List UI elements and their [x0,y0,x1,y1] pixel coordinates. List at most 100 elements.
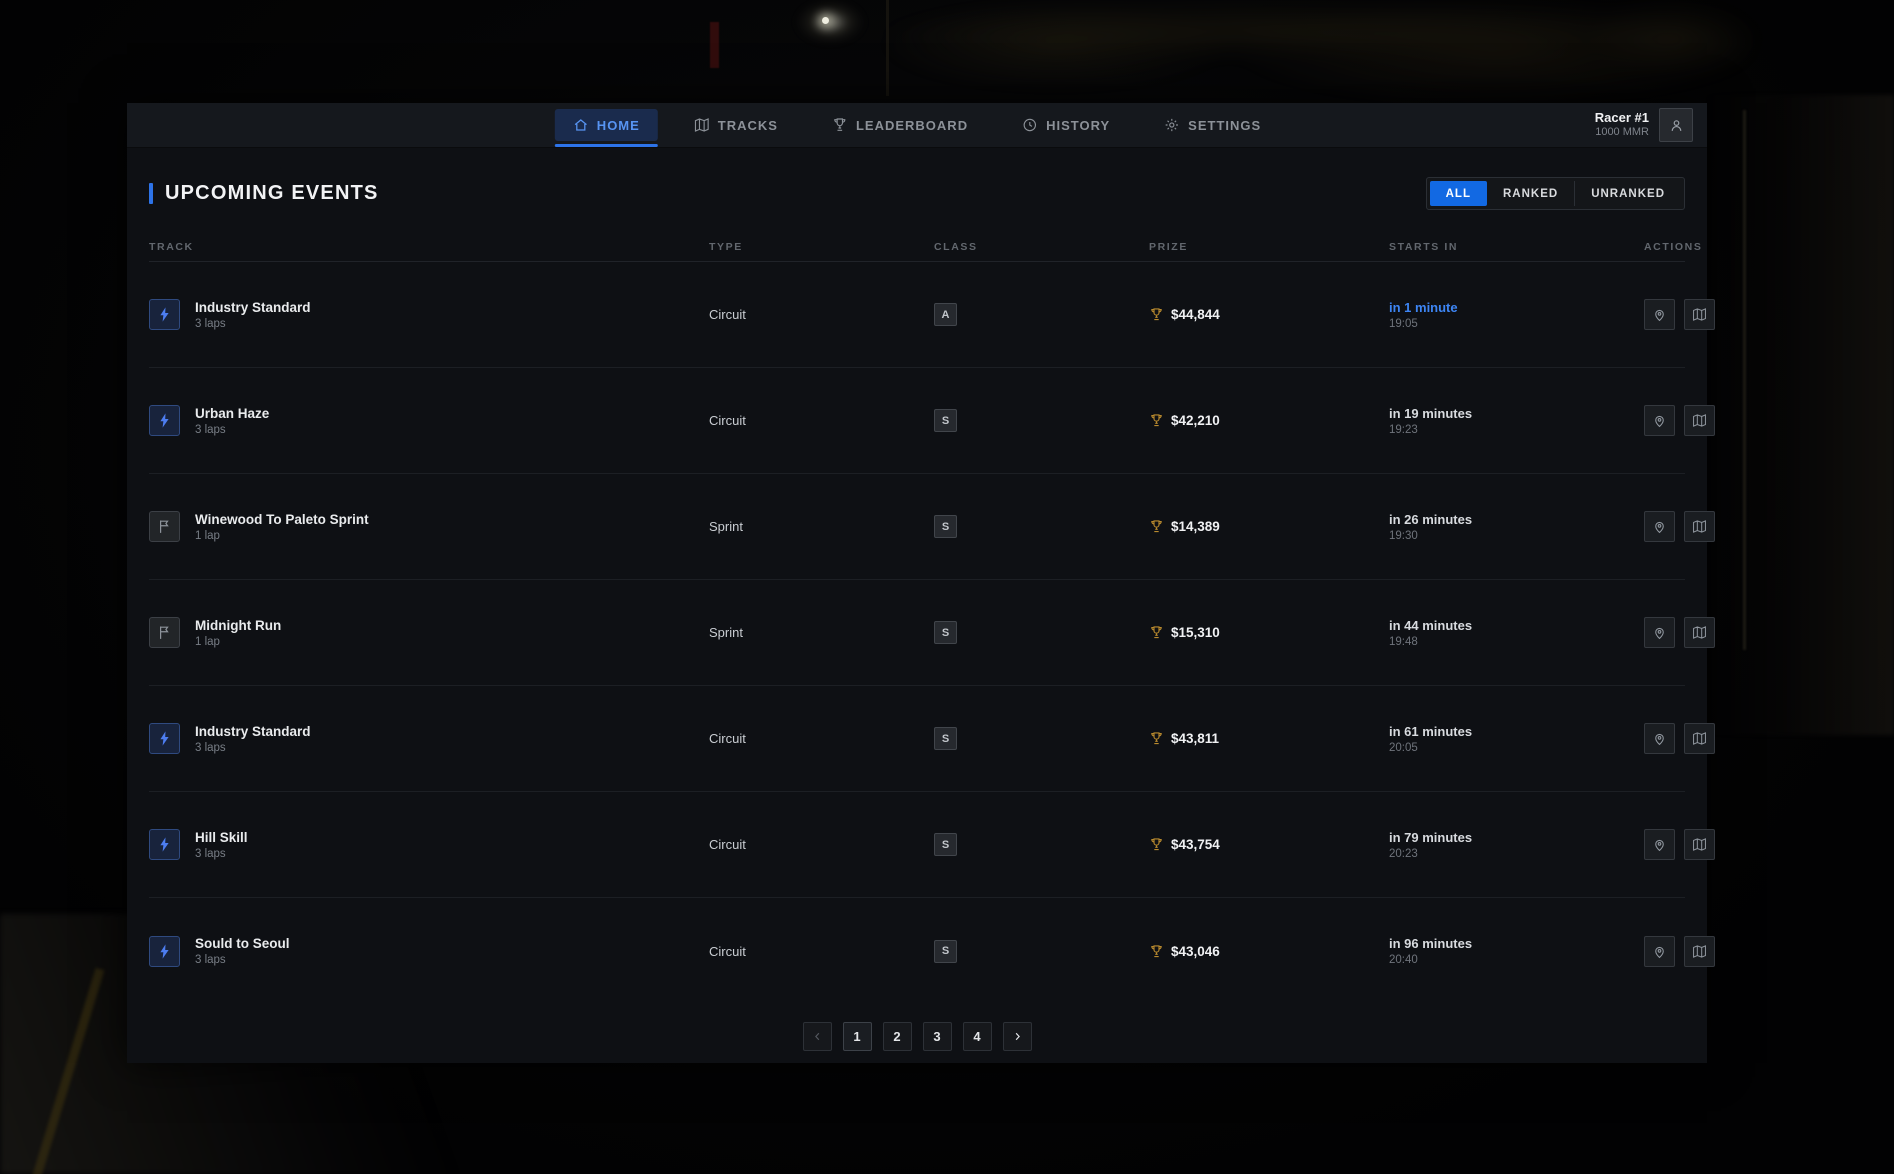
actions-cell [1644,936,1715,967]
waypoint-button[interactable] [1644,299,1675,330]
background-lamp-light [822,17,829,24]
user-name: Racer #1 [1595,110,1649,126]
user-mmr: 1000 MMR [1595,126,1649,140]
event-row[interactable]: Urban Haze 3 laps Circuit S $42,210 in 1… [149,368,1685,474]
prize-amount: $44,844 [1171,307,1220,322]
actions-cell [1644,617,1715,648]
starts-cell: in 19 minutes 19:23 [1389,406,1644,436]
background-lamp-glow [795,0,865,58]
starts-in: in 79 minutes [1389,830,1644,845]
track-cell: Hill Skill 3 laps [149,829,709,860]
class-cell: S [934,833,1149,856]
start-time: 19:05 [1389,318,1644,330]
navbar: HOME TRACKS LEADERBOARD HISTORY SETTINGS… [127,103,1707,148]
starts-in: in 96 minutes [1389,936,1644,951]
starts-cell: in 96 minutes 20:40 [1389,936,1644,966]
map-button[interactable] [1684,617,1715,648]
map-button[interactable] [1684,936,1715,967]
map-button[interactable] [1684,405,1715,436]
class-badge: S [934,621,957,644]
column-header-prize: PRIZE [1149,241,1389,253]
prize-amount: $42,210 [1171,413,1220,428]
starts-in: in 26 minutes [1389,512,1644,527]
background-red-banner [710,22,719,68]
track-cell: Industry Standard 3 laps [149,299,709,330]
actions-cell [1644,511,1715,542]
map-button[interactable] [1684,829,1715,860]
waypoint-button[interactable] [1644,511,1675,542]
clock-icon [1022,117,1038,133]
nav-item-label: LEADERBOARD [856,118,968,133]
start-time: 20:23 [1389,848,1644,860]
event-row[interactable]: Industry Standard 3 laps Circuit S $43,8… [149,686,1685,792]
map-icon [1692,837,1707,852]
class-cell: A [934,303,1149,326]
pagination-prev-button[interactable] [803,1022,832,1051]
actions-cell [1644,829,1715,860]
pin-icon [1652,307,1667,322]
event-row[interactable]: Sould to Seoul 3 laps Circuit S $43,046 … [149,898,1685,1004]
pagination-page-4[interactable]: 4 [963,1022,992,1051]
filter-button-unranked[interactable]: UNRANKED [1574,181,1681,206]
track-laps: 3 laps [195,424,269,436]
pagination-next-button[interactable] [1003,1022,1032,1051]
filter-button-all[interactable]: ALL [1430,181,1487,206]
column-header-track: TRACK [149,241,709,253]
map-button[interactable] [1684,299,1715,330]
circuit-icon [149,299,180,330]
class-badge: S [934,940,957,963]
chevron-left-icon [811,1030,824,1043]
track-laps: 3 laps [195,848,248,860]
track-cell: Industry Standard 3 laps [149,723,709,754]
starts-cell: in 61 minutes 20:05 [1389,724,1644,754]
track-name: Hill Skill [195,830,248,845]
event-row[interactable]: Winewood To Paleto Sprint 1 lap Sprint S… [149,474,1685,580]
map-button[interactable] [1684,723,1715,754]
waypoint-button[interactable] [1644,829,1675,860]
event-row[interactable]: Industry Standard 3 laps Circuit A $44,8… [149,262,1685,368]
nav-item-home[interactable]: HOME [555,103,658,147]
waypoint-button[interactable] [1644,723,1675,754]
circuit-icon [149,829,180,860]
trophy-icon [1149,413,1164,428]
starts-in: in 19 minutes [1389,406,1644,421]
active-tab-underline [555,144,658,147]
events-table: TRACK TYPE CLASS PRIZE STARTS IN ACTIONS… [149,233,1685,1004]
avatar-button[interactable] [1659,108,1693,142]
prize-amount: $15,310 [1171,625,1220,640]
class-badge: S [934,727,957,750]
prize-cell: $15,310 [1149,625,1389,640]
nav-item-settings[interactable]: SETTINGS [1138,103,1279,147]
nav-item-history[interactable]: HISTORY [996,103,1128,147]
start-time: 20:40 [1389,954,1644,966]
waypoint-button[interactable] [1644,617,1675,648]
class-cell: S [934,515,1149,538]
event-row[interactable]: Midnight Run 1 lap Sprint S $15,310 in 4… [149,580,1685,686]
pagination-page-1[interactable]: 1 [843,1022,872,1051]
waypoint-button[interactable] [1644,405,1675,436]
event-row[interactable]: Hill Skill 3 laps Circuit S $43,754 in 7… [149,792,1685,898]
prize-cell: $43,046 [1149,944,1389,959]
circuit-icon [149,723,180,754]
sprint-icon [149,511,180,542]
map-button[interactable] [1684,511,1715,542]
table-body: Industry Standard 3 laps Circuit A $44,8… [149,262,1685,1004]
background-wall [1704,95,1894,735]
pagination-page-3[interactable]: 3 [923,1022,952,1051]
nav-item-tracks[interactable]: TRACKS [668,103,796,147]
event-type: Circuit [709,413,934,428]
title-wrap: UPCOMING EVENTS [149,182,379,205]
waypoint-button[interactable] [1644,936,1675,967]
filter-button-ranked[interactable]: RANKED [1487,181,1574,206]
actions-cell [1644,405,1715,436]
trophy-icon [1149,519,1164,534]
starts-in: in 44 minutes [1389,618,1644,633]
chevron-right-icon [1011,1030,1024,1043]
nav-item-leaderboard[interactable]: LEADERBOARD [806,103,986,147]
start-time: 19:30 [1389,530,1644,542]
pin-icon [1652,731,1667,746]
prize-cell: $43,811 [1149,731,1389,746]
event-type: Sprint [709,519,934,534]
content-area: UPCOMING EVENTS ALLRANKEDUNRANKED TRACK … [127,177,1707,1051]
pagination-page-2[interactable]: 2 [883,1022,912,1051]
